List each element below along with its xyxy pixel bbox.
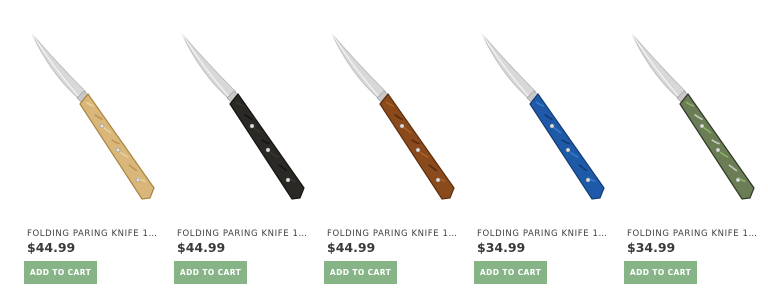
add-to-cart-button[interactable]: ADD TO CART bbox=[24, 261, 97, 284]
knife-handle bbox=[679, 93, 755, 200]
knife-blade bbox=[181, 33, 237, 100]
knife-image bbox=[331, 33, 455, 200]
knife-image bbox=[481, 33, 605, 200]
knife-handle bbox=[529, 93, 605, 200]
knife-image bbox=[631, 33, 755, 200]
product-title[interactable]: FOLDING PARING KNIFE 18H0… bbox=[177, 229, 312, 239]
knife-blade bbox=[481, 33, 537, 100]
product-image[interactable] bbox=[474, 20, 624, 220]
handle-rivet bbox=[249, 123, 255, 129]
handle-rivet bbox=[585, 177, 591, 183]
knife-image bbox=[31, 33, 155, 200]
knife-drawing bbox=[181, 33, 305, 200]
handle-rivet bbox=[699, 123, 705, 129]
handle-rivet bbox=[435, 177, 441, 183]
product-title[interactable]: FOLDING PARING KNIFE 18H0… bbox=[477, 229, 612, 239]
product-title[interactable]: FOLDING PARING KNIFE 18H0… bbox=[327, 229, 462, 239]
handle-rivet bbox=[99, 123, 105, 129]
knife-drawing bbox=[481, 33, 605, 200]
handle-rivet bbox=[399, 123, 405, 129]
add-to-cart-button[interactable]: ADD TO CART bbox=[324, 261, 397, 284]
product-title[interactable]: FOLDING PARING KNIFE 18H0… bbox=[27, 229, 162, 239]
product-image[interactable] bbox=[324, 20, 474, 220]
knife-blade bbox=[631, 33, 687, 100]
product-card[interactable]: FOLDING PARING KNIFE 18H0… $34.99 ADD TO… bbox=[624, 0, 764, 304]
product-price: $44.99 bbox=[27, 240, 76, 255]
product-image[interactable] bbox=[174, 20, 324, 220]
knife-handle bbox=[379, 93, 455, 200]
product-price: $34.99 bbox=[477, 240, 526, 255]
knife-blade bbox=[331, 33, 387, 100]
product-grid: FOLDING PARING KNIFE 18H0… $44.99 ADD TO… bbox=[0, 0, 768, 304]
product-price: $44.99 bbox=[327, 240, 376, 255]
handle-rivet bbox=[265, 147, 271, 153]
product-price: $44.99 bbox=[177, 240, 226, 255]
knife-handle bbox=[79, 93, 155, 200]
product-price: $34.99 bbox=[627, 240, 676, 255]
add-to-cart-button[interactable]: ADD TO CART bbox=[624, 261, 697, 284]
knife-drawing bbox=[331, 33, 455, 200]
handle-rivet bbox=[115, 147, 121, 153]
product-image[interactable] bbox=[624, 20, 768, 220]
knife-drawing bbox=[631, 33, 755, 200]
knife-image bbox=[181, 33, 305, 200]
handle-rivet bbox=[285, 177, 291, 183]
product-card[interactable]: FOLDING PARING KNIFE 18H0… $44.99 ADD TO… bbox=[24, 0, 164, 304]
handle-rivet bbox=[135, 177, 141, 183]
product-card[interactable]: FOLDING PARING KNIFE 18H0… $44.99 ADD TO… bbox=[324, 0, 464, 304]
product-card[interactable]: FOLDING PARING KNIFE 18H0… $44.99 ADD TO… bbox=[174, 0, 314, 304]
product-title[interactable]: FOLDING PARING KNIFE 18H0… bbox=[627, 229, 762, 239]
handle-rivet bbox=[565, 147, 571, 153]
knife-blade bbox=[31, 33, 87, 100]
handle-rivet bbox=[415, 147, 421, 153]
product-image[interactable] bbox=[24, 20, 174, 220]
add-to-cart-button[interactable]: ADD TO CART bbox=[174, 261, 247, 284]
handle-rivet bbox=[549, 123, 555, 129]
handle-rivet bbox=[715, 147, 721, 153]
add-to-cart-button[interactable]: ADD TO CART bbox=[474, 261, 547, 284]
product-card[interactable]: FOLDING PARING KNIFE 18H0… $34.99 ADD TO… bbox=[474, 0, 614, 304]
handle-rivet bbox=[735, 177, 741, 183]
knife-drawing bbox=[31, 33, 155, 200]
knife-handle bbox=[229, 93, 305, 200]
